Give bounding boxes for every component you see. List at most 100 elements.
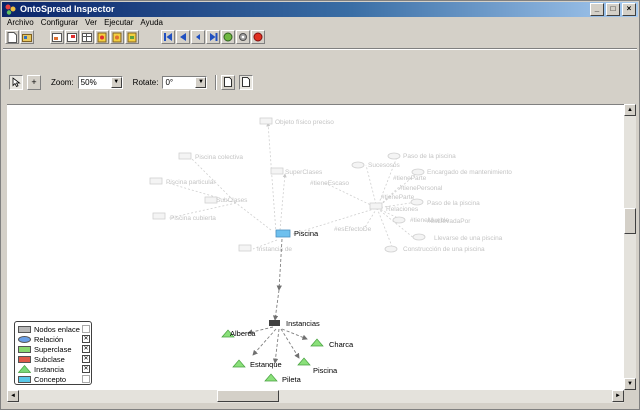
menu-ayuda[interactable]: Ayuda xyxy=(140,17,163,29)
legend-label: Nodos enlace xyxy=(34,324,80,334)
add-button[interactable] xyxy=(221,30,235,44)
legend-checkbox[interactable]: ✕ xyxy=(82,355,90,363)
query-icon xyxy=(112,32,122,42)
legend-label: Superclase xyxy=(34,344,72,354)
horizontal-scroll-thumb[interactable] xyxy=(217,390,279,402)
legend-checkbox[interactable]: ✕ xyxy=(82,365,90,373)
import-button[interactable] xyxy=(50,30,64,44)
instance-label: Pileta xyxy=(282,375,302,384)
view-divider xyxy=(215,74,218,90)
instance-node-piscina xyxy=(297,357,311,366)
settings-icon xyxy=(127,32,137,42)
config-button[interactable] xyxy=(236,30,250,44)
first-button[interactable] xyxy=(161,30,175,44)
legend-row-nodos-enlace: Nodos enlace xyxy=(18,324,90,334)
scroll-left-icon[interactable]: ◄ xyxy=(7,390,19,402)
rotate-label: Rotate: xyxy=(132,77,159,87)
minimize-button[interactable]: _ xyxy=(590,3,604,16)
open-file-button[interactable] xyxy=(20,30,34,44)
instance-label: Estanque xyxy=(250,360,282,369)
rotate-value: 0° xyxy=(165,77,174,87)
legend-swatch xyxy=(18,365,31,373)
instance-node-estanque xyxy=(232,359,246,368)
graph-label: Piscina colectiva xyxy=(195,154,243,161)
instance-label: Charca xyxy=(329,340,354,349)
graph-label: Paso de la piscina xyxy=(427,200,480,207)
legend-checkbox[interactable] xyxy=(82,325,90,333)
page-button[interactable] xyxy=(221,74,236,90)
move-tool-button[interactable]: + xyxy=(27,74,41,90)
rotate-select[interactable]: 0° ▼ xyxy=(162,75,208,89)
ontology-icon xyxy=(97,32,107,42)
stop-icon xyxy=(253,32,263,42)
scroll-up-icon[interactable]: ▲ xyxy=(624,104,636,116)
faded-edges xyxy=(167,122,418,250)
export-button[interactable] xyxy=(65,30,79,44)
menu-ver[interactable]: Ver xyxy=(85,17,97,29)
graph-label: SubClases xyxy=(216,197,248,204)
select-tool-button[interactable] xyxy=(9,74,23,90)
cursor-icon xyxy=(12,77,21,87)
menu-bar: Archivo Configurar Ver Ejecutar Ayuda xyxy=(3,17,163,29)
scroll-right-icon[interactable]: ► xyxy=(612,390,624,402)
zoom-select[interactable]: 50% ▼ xyxy=(77,75,123,89)
graph-label: Piscina cubierta xyxy=(170,215,216,222)
instance-node-pileta xyxy=(264,373,278,382)
next-icon xyxy=(210,33,218,41)
settings-button[interactable] xyxy=(125,30,139,44)
legend-checkbox[interactable]: ✕ xyxy=(82,345,90,353)
back-button[interactable] xyxy=(191,30,205,44)
instance-labels: Alberca Charca Estanque Pileta Piscina xyxy=(230,329,354,384)
next-button[interactable] xyxy=(206,30,220,44)
export-icon xyxy=(67,32,77,42)
new-file-button[interactable] xyxy=(5,30,19,44)
import-icon xyxy=(52,32,62,42)
maximize-button[interactable]: □ xyxy=(606,3,620,16)
graph-label: Llevarse de una piscina xyxy=(434,235,503,242)
legend-checkbox[interactable] xyxy=(82,375,90,383)
chevron-down-icon: ▼ xyxy=(195,76,207,88)
open-file-icon xyxy=(22,33,32,42)
graph-label: Construcción de una piscina xyxy=(403,246,485,253)
zoom-label: Zoom: xyxy=(51,77,74,87)
stop-button[interactable] xyxy=(251,30,265,44)
query-button[interactable] xyxy=(110,30,124,44)
instances-node[interactable] xyxy=(269,320,280,326)
legend-swatch xyxy=(18,335,31,343)
prev-button[interactable] xyxy=(176,30,190,44)
chevron-down-icon: ▼ xyxy=(110,76,122,88)
menu-configurar[interactable]: Configurar xyxy=(41,17,78,29)
zoom-value: 50% xyxy=(80,77,97,87)
legend-row-concepto: Concepto xyxy=(18,374,90,384)
instance-label: Alberca xyxy=(230,329,256,338)
menu-ejecutar[interactable]: Ejecutar xyxy=(104,17,133,29)
instance-node-charca xyxy=(310,338,324,347)
legend-panel: Nodos enlace Relación ✕ Superclase ✕ Sub… xyxy=(14,321,92,385)
legend-checkbox[interactable]: ✕ xyxy=(82,335,90,343)
graph-label: Paso de la piscina xyxy=(403,153,456,160)
center-node-label: Piscina xyxy=(294,229,319,238)
back-icon xyxy=(196,34,200,40)
new-file-icon xyxy=(7,31,17,43)
page-alt-button[interactable] xyxy=(239,74,254,90)
ontology-button[interactable] xyxy=(95,30,109,44)
table-button[interactable] xyxy=(80,30,94,44)
vertical-scroll-thumb[interactable] xyxy=(624,208,636,234)
scroll-down-icon[interactable]: ▼ xyxy=(624,378,636,390)
legend-label: Subclase xyxy=(34,354,65,364)
graph-label: Relaciones xyxy=(386,206,419,213)
menu-archivo[interactable]: Archivo xyxy=(7,17,34,29)
vertical-scrollbar[interactable]: ▲ ▼ xyxy=(624,104,636,390)
graph-canvas[interactable]: Objeto físico preciso Piscina colectiva … xyxy=(7,104,624,390)
config-icon xyxy=(239,33,247,41)
center-node[interactable] xyxy=(275,229,291,238)
graph-label: #tieneParte xyxy=(393,175,427,182)
graph-label: #tienePersonal xyxy=(399,185,443,192)
legend-swatch xyxy=(18,345,31,353)
window-title: OntoSpread Inspector xyxy=(20,4,115,14)
close-button[interactable]: × xyxy=(622,3,636,16)
graph-label: Sucesosos xyxy=(368,162,401,169)
ontology-graph[interactable]: Objeto físico preciso Piscina colectiva … xyxy=(7,105,624,391)
legend-row-relacion: Relación ✕ xyxy=(18,334,90,344)
horizontal-scrollbar[interactable]: ◄ ► xyxy=(7,390,624,403)
